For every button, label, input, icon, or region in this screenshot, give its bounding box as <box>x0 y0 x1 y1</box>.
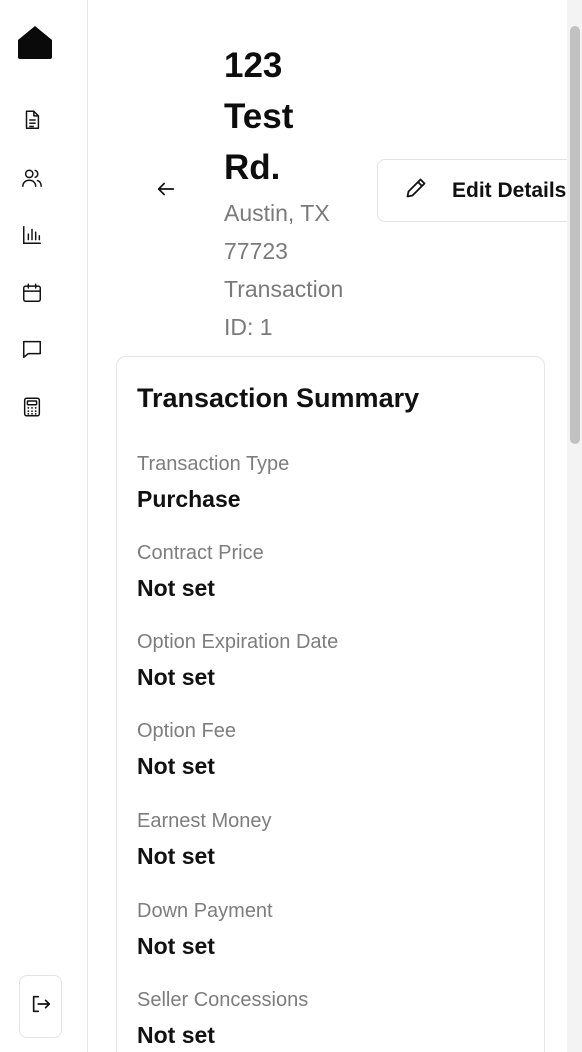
scrollbar-thumb[interactable] <box>570 26 580 444</box>
sidebar <box>0 0 88 1052</box>
field-label: Option Expiration Date <box>137 631 339 653</box>
field-value: Not set <box>137 753 215 779</box>
logout-icon <box>30 993 52 1020</box>
logout-button[interactable] <box>19 975 62 1038</box>
field-label: Transaction Type <box>137 453 290 475</box>
field-value: Not set <box>137 575 215 601</box>
field-earnest-money: Earnest Money Not set <box>137 808 272 872</box>
field-seller-concessions: Seller Concessions Not set <box>137 987 308 1051</box>
field-label: Down Payment <box>137 900 273 922</box>
edit-details-label: Edit Details <box>452 178 567 202</box>
transaction-summary-card: Transaction Summary Transaction Type Pur… <box>116 356 545 1052</box>
field-value: Not set <box>137 933 215 959</box>
field-value: Not set <box>137 1022 215 1048</box>
message-icon[interactable] <box>20 337 44 361</box>
house-logo-icon[interactable] <box>17 24 53 60</box>
field-option-expiration-date: Option Expiration Date Not set <box>137 629 338 693</box>
field-label: Earnest Money <box>137 810 272 832</box>
card-title: Transaction Summary <box>137 383 420 413</box>
field-down-payment: Down Payment Not set <box>137 898 273 962</box>
page-title: 123 Test Rd. <box>224 46 294 187</box>
field-label: Contract Price <box>137 542 264 564</box>
edit-details-button[interactable]: Edit Details <box>377 159 567 222</box>
field-label: Option Fee <box>137 720 236 742</box>
field-value: Not set <box>137 843 215 869</box>
calculator-icon[interactable] <box>20 395 44 419</box>
pencil-icon <box>404 176 452 206</box>
vertical-scrollbar[interactable] <box>567 0 582 1052</box>
field-option-fee: Option Fee Not set <box>137 718 236 782</box>
field-contract-price: Contract Price Not set <box>137 540 264 604</box>
field-value: Purchase <box>137 486 241 512</box>
page-subtitle: Austin, TX 77723 Transaction ID: 1 <box>224 200 344 340</box>
arrow-left-icon <box>155 178 177 205</box>
back-button[interactable] <box>151 176 181 206</box>
bar-chart-icon[interactable] <box>20 223 44 247</box>
calendar-icon[interactable] <box>20 281 44 305</box>
field-value: Not set <box>137 664 215 690</box>
field-transaction-type: Transaction Type Purchase <box>137 451 289 515</box>
main-content: 123 Test Rd. Austin, TX 77723 Transactio… <box>89 0 567 1052</box>
users-icon[interactable] <box>20 166 44 190</box>
field-label: Seller Concessions <box>137 989 309 1011</box>
document-icon[interactable] <box>20 108 44 132</box>
